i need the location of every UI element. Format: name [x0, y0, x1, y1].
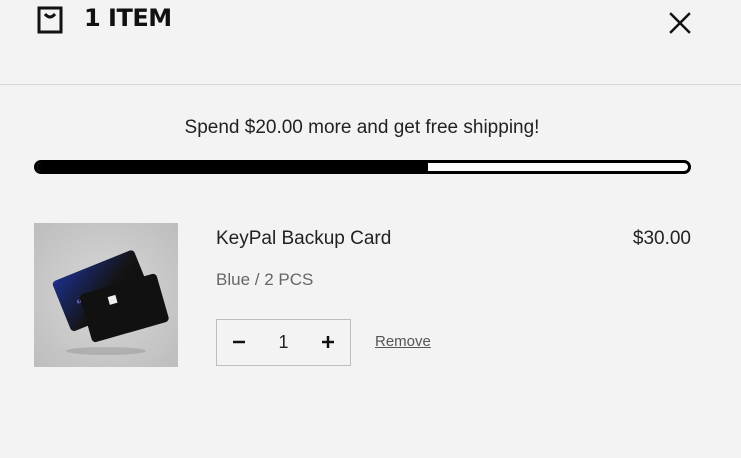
decrease-quantity-button[interactable] — [217, 320, 261, 365]
cart-header: 1 ITEM — [0, 0, 741, 85]
plus-icon — [322, 336, 334, 348]
progress-fill — [37, 163, 428, 171]
quantity-value[interactable]: 1 — [261, 320, 306, 365]
remove-item-link[interactable]: Remove — [375, 333, 431, 350]
free-shipping-progress-bar — [34, 160, 691, 174]
close-icon[interactable] — [667, 10, 693, 36]
shopping-bag-icon — [37, 6, 63, 34]
cart-drawer: 1 ITEM Spend $20.00 more and get free sh… — [0, 0, 741, 458]
minus-icon — [233, 340, 245, 344]
increase-quantity-button[interactable] — [306, 320, 350, 365]
product-thumbnail[interactable]: KeyPal Card — [34, 223, 178, 367]
free-shipping-message: Spend $20.00 more and get free shipping! — [184, 117, 540, 138]
product-variant: Blue / 2 PCS — [216, 270, 314, 289]
product-price: $30.00 — [632, 228, 691, 249]
quantity-stepper: 1 — [216, 319, 351, 366]
cart-title: 1 ITEM — [84, 4, 172, 32]
product-name[interactable]: KeyPal Backup Card — [216, 228, 391, 250]
